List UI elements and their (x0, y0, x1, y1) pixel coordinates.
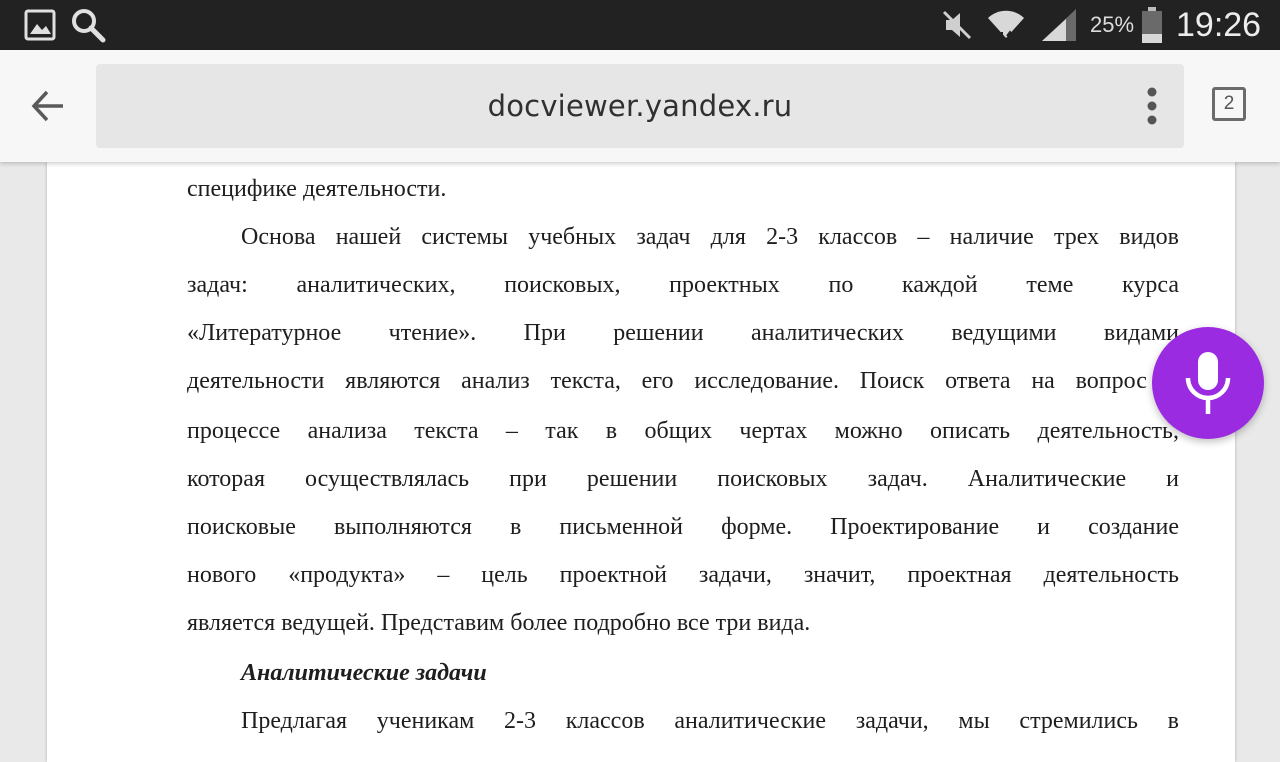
status-bar: 25% 19:26 (0, 0, 1280, 50)
overflow-menu-button[interactable] (1128, 70, 1176, 142)
text-line: нового «продукта» – цель проектной задач… (187, 562, 1179, 588)
section-heading: Аналитические задачи (241, 660, 487, 686)
text-line: Предлагая ученикам 2-3 классов аналитиче… (241, 708, 1179, 734)
tab-switcher-button[interactable]: 2 (1212, 87, 1246, 121)
overflow-menu-icon (1147, 87, 1157, 125)
back-arrow-icon (31, 90, 63, 122)
url-bar[interactable]: docviewer.yandex.ru (96, 64, 1184, 148)
text-line: «Литературное чтение». При решении анали… (187, 320, 1179, 346)
wifi-icon (986, 0, 1026, 50)
gallery-icon (24, 0, 56, 50)
text-line: деятельности являются анализ текста, его… (187, 368, 1179, 394)
text-line: является ведущей. Представим более подро… (187, 610, 811, 636)
text-line: процессе анализа текста – так в общих че… (187, 418, 1179, 444)
back-button[interactable] (24, 80, 72, 132)
microphone-icon (1185, 352, 1231, 414)
battery-icon (1140, 0, 1164, 50)
mute-icon (940, 0, 974, 50)
text-line: задач: аналитических, поисковых, проектн… (187, 272, 1179, 298)
text-line: поисковые выполняются в письменной форме… (187, 514, 1179, 540)
browser-toolbar: docviewer.yandex.ru 2 (0, 50, 1280, 162)
clock: 19:26 (1176, 5, 1262, 44)
document-page[interactable]: специфике деятельности. Основа нашей сис… (47, 162, 1235, 762)
text-line: которая осуществлялась при решении поиск… (187, 466, 1179, 492)
url-text: docviewer.yandex.ru (487, 89, 793, 123)
text-line: специфике деятельности. (187, 176, 447, 202)
search-icon (70, 0, 106, 50)
voice-search-button[interactable] (1152, 327, 1264, 439)
signal-icon (1040, 0, 1078, 50)
battery-percent: 25% (1090, 12, 1135, 37)
text-line: Основа нашей системы учебных задач для 2… (241, 224, 1179, 250)
